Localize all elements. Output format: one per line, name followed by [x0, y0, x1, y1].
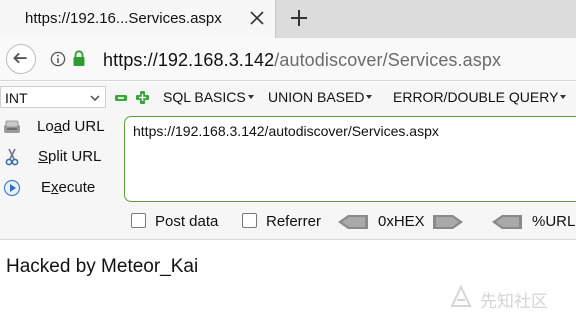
close-icon[interactable] [248, 9, 266, 27]
url-encode-label: %URL [532, 213, 576, 230]
hex-label: 0xHEX [378, 213, 425, 230]
url-host: https://192.168.3.142 [103, 50, 275, 70]
hex-encode-arrow-icon[interactable] [433, 215, 463, 229]
tab-strip: https://192.16...Services.aspx [0, 0, 576, 38]
tab-title: https://192.16...Services.aspx [25, 10, 222, 27]
watermark-logo-icon [450, 284, 472, 307]
referrer-label: Referrer [266, 213, 322, 230]
post-data-checkbox[interactable] [131, 213, 146, 228]
scissors-icon [5, 148, 19, 166]
back-button[interactable] [6, 44, 36, 74]
page-body-text: Hacked by Meteor_Kai [6, 256, 199, 277]
address-bar-url[interactable]: https://192.168.3.142/autodiscover/Servi… [103, 50, 501, 71]
load-url-icon [4, 120, 20, 133]
new-tab-plus-icon[interactable] [288, 7, 310, 29]
lock-icon[interactable] [72, 50, 86, 67]
dropdown-arrow-icon [560, 94, 567, 99]
dropdown-arrow-icon [366, 94, 373, 99]
menu-union-based[interactable]: UNION BASED [268, 89, 373, 105]
url-decode-arrow-icon[interactable] [492, 215, 522, 229]
execute-button[interactable]: Execute [0, 175, 116, 201]
hex-decode-arrow-icon[interactable] [338, 215, 368, 229]
browser-tab[interactable]: https://192.16...Services.aspx [0, 0, 276, 38]
menu-sql-basics-label: SQL BASICS [163, 89, 246, 105]
dropdown-arrow-icon [247, 94, 254, 99]
menu-sql-basics[interactable]: SQL BASICS [163, 89, 254, 105]
injection-type-select[interactable]: INT [0, 86, 106, 108]
chevron-down-icon [90, 95, 100, 101]
url-path: /autodiscover/Services.aspx [274, 50, 502, 70]
hackbar-toolbar: INT SQL BASICS UNION BASED ERROR/DOUBLE … [0, 82, 576, 112]
play-icon [3, 179, 21, 197]
menu-error-double-query-label: ERROR/DOUBLE QUERY [393, 89, 559, 105]
injection-type-value: INT [5, 90, 28, 106]
load-url-label: Load URL [37, 118, 105, 135]
post-data-label: Post data [155, 213, 219, 230]
menu-union-based-label: UNION BASED [268, 89, 365, 105]
watermark: 先知社区 [448, 284, 570, 311]
execute-label: Execute [41, 179, 96, 196]
split-url-label: Split URL [38, 148, 102, 165]
decrease-icon[interactable] [115, 92, 127, 104]
back-arrow-icon [13, 52, 27, 64]
referrer-checkbox[interactable] [242, 213, 257, 228]
menu-error-double-query[interactable]: ERROR/DOUBLE QUERY [393, 89, 567, 105]
increase-icon[interactable] [136, 91, 149, 104]
watermark-text: 先知社区 [480, 292, 548, 311]
info-icon[interactable] [50, 51, 66, 67]
load-url-button[interactable]: Load URL [0, 114, 116, 140]
hackbar-panel: Load URL Split URL Execute https://192.1… [0, 112, 576, 240]
url-textarea[interactable]: https://192.168.3.142/autodiscover/Servi… [124, 116, 576, 202]
navigation-bar: https://192.168.3.142/autodiscover/Servi… [0, 38, 576, 81]
url-textarea-value: https://192.168.3.142/autodiscover/Servi… [133, 123, 439, 139]
split-url-button[interactable]: Split URL [0, 144, 116, 170]
